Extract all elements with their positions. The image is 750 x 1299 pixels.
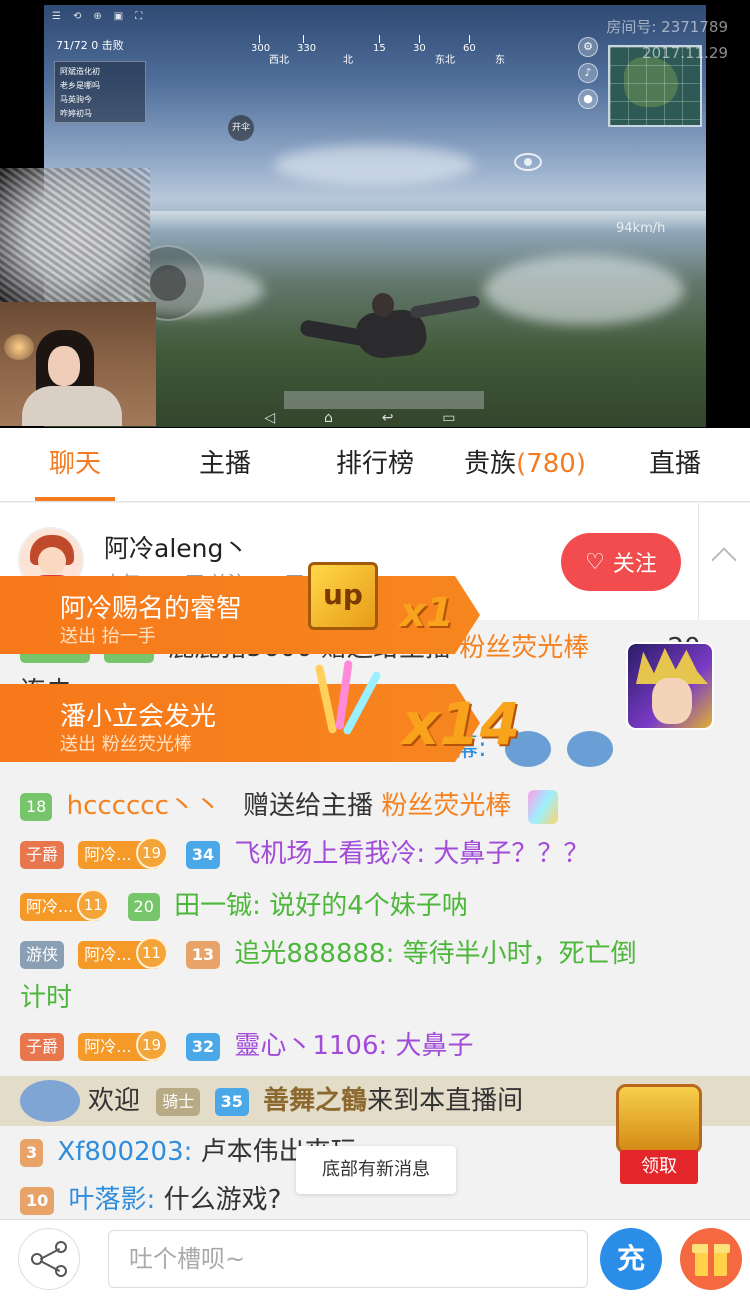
follow-button[interactable]: ♡ 关注 [561, 533, 681, 591]
anchor-name: 阿冷aleng丶 [104, 534, 249, 563]
tab-chat[interactable]: 聊天 [0, 428, 150, 501]
level-badge: 20 [127, 892, 160, 921]
noble-badge: 游侠 [20, 940, 65, 969]
fall-speed: 94km/h [616, 221, 666, 236]
level-badge: 34 [185, 840, 221, 869]
level-badge: 10 [20, 1186, 55, 1215]
tab-anchor[interactable]: 主播 [150, 428, 300, 501]
stream-date: 2017.11.29 [642, 44, 728, 62]
list-item: 18 hcccccc丶丶 赠送给主播 粉丝荧光棒 [20, 786, 558, 826]
video-player[interactable]: ☰ ⟲ ⊕ ▣ ⛶ 71/72 0 击败 300 西北 330 北 15 30 … [0, 0, 750, 428]
noble-badge: 子爵 [20, 1032, 65, 1061]
up-gift-icon: up [308, 562, 378, 630]
collapse-button[interactable] [698, 503, 750, 620]
mic-icon: ● [578, 89, 598, 109]
eye-icon [514, 153, 542, 171]
chat-input[interactable]: 吐个槽呗~ [108, 1230, 588, 1288]
settings-icon: ⚙ [578, 37, 598, 57]
skydiver-character [299, 289, 490, 379]
noble-badge: 骑士 [156, 1087, 201, 1116]
list-item: 子爵 阿冷... 19 32 靈心丶1106: 大鼻子 [20, 1026, 474, 1066]
list-item: 阿冷... 11 20 田一铖: 说好的4个妹子呐 [20, 886, 468, 926]
home-nav-icon: ⌂ [324, 410, 333, 426]
bottom-bar: 吐个槽呗~ 充 [0, 1219, 750, 1299]
level-badge: 35 [214, 1087, 249, 1116]
players-alive-counter: 71/72 0 击败 [56, 39, 124, 52]
list-item: 子爵 阿冷... 19 34 飞机场上看我冷: 大鼻子？？？ [20, 834, 589, 874]
tab-ranking[interactable]: 排行榜 [300, 428, 450, 501]
fan-badge: 阿冷... 19 [78, 1028, 168, 1061]
return-nav-icon: ↩ [381, 410, 394, 426]
tab-nobility[interactable]: 贵族(780) [450, 428, 600, 501]
gift-multiplier: x14 [402, 690, 521, 758]
list-item: 游侠 阿冷... 11 13 追光888888: 等待半小时，死亡倒 [20, 934, 637, 974]
level-badge: 3 [20, 1138, 44, 1167]
game-action-bar [284, 391, 484, 409]
back-nav-icon: ◁ [264, 410, 276, 426]
treasure-chest[interactable]: 领取 [610, 1080, 710, 1184]
pixelated-overlay [0, 168, 150, 303]
room-info: 房间号: 2371789 2017.11.29 [606, 14, 728, 66]
fan-badge: 阿冷... 11 [20, 888, 110, 921]
dolphin-mascot-icon [20, 1080, 80, 1122]
tab-live[interactable]: 直播 [600, 428, 750, 501]
avatar[interactable] [626, 642, 714, 730]
glowstick-icon [527, 789, 558, 824]
heart-plus-icon: ♡ [585, 549, 605, 575]
game-compass: 300 西北 330 北 15 30 东北 60 东 [251, 35, 559, 69]
gift-button[interactable] [680, 1228, 742, 1290]
sound-icon: ♪ [578, 63, 598, 83]
tab-bar: 聊天 主播 排行榜 贵族(780) 直播 [0, 428, 750, 502]
gift-multiplier: x1 [400, 590, 454, 636]
streamer-webcam [0, 302, 156, 426]
noble-badge: 子爵 [20, 840, 65, 869]
android-nav-overlay: ◁ ⌂ ↩ ▭ [240, 410, 480, 428]
fan-badge: 阿冷... 11 [78, 936, 168, 969]
treasure-chest-icon [616, 1084, 702, 1154]
new-message-tip[interactable]: 底部有新消息 [296, 1146, 456, 1194]
nobility-count: (780) [516, 449, 586, 479]
level-badge: 13 [185, 940, 221, 969]
chevron-up-icon [711, 547, 737, 573]
recent-nav-icon: ▭ [442, 410, 456, 426]
recharge-button[interactable]: 充 [600, 1228, 662, 1290]
list-item: 10 叶落影: 什么游戏? [20, 1180, 281, 1220]
parachute-icon: 开伞 [228, 115, 254, 141]
level-badge: 32 [185, 1032, 221, 1061]
dolphin-emoji-icon [567, 730, 614, 767]
share-button[interactable] [18, 1228, 80, 1290]
claim-button[interactable]: 领取 [620, 1150, 698, 1184]
team-panel: 阿斌造化初 老乡是哪吗 马英驹今 咋婷初马 [54, 61, 146, 123]
list-item: 计时 [20, 983, 73, 1013]
room-number: 房间号: 2371789 [606, 18, 728, 36]
level-badge: 18 [20, 792, 53, 821]
fan-badge: 阿冷... 19 [78, 836, 168, 869]
